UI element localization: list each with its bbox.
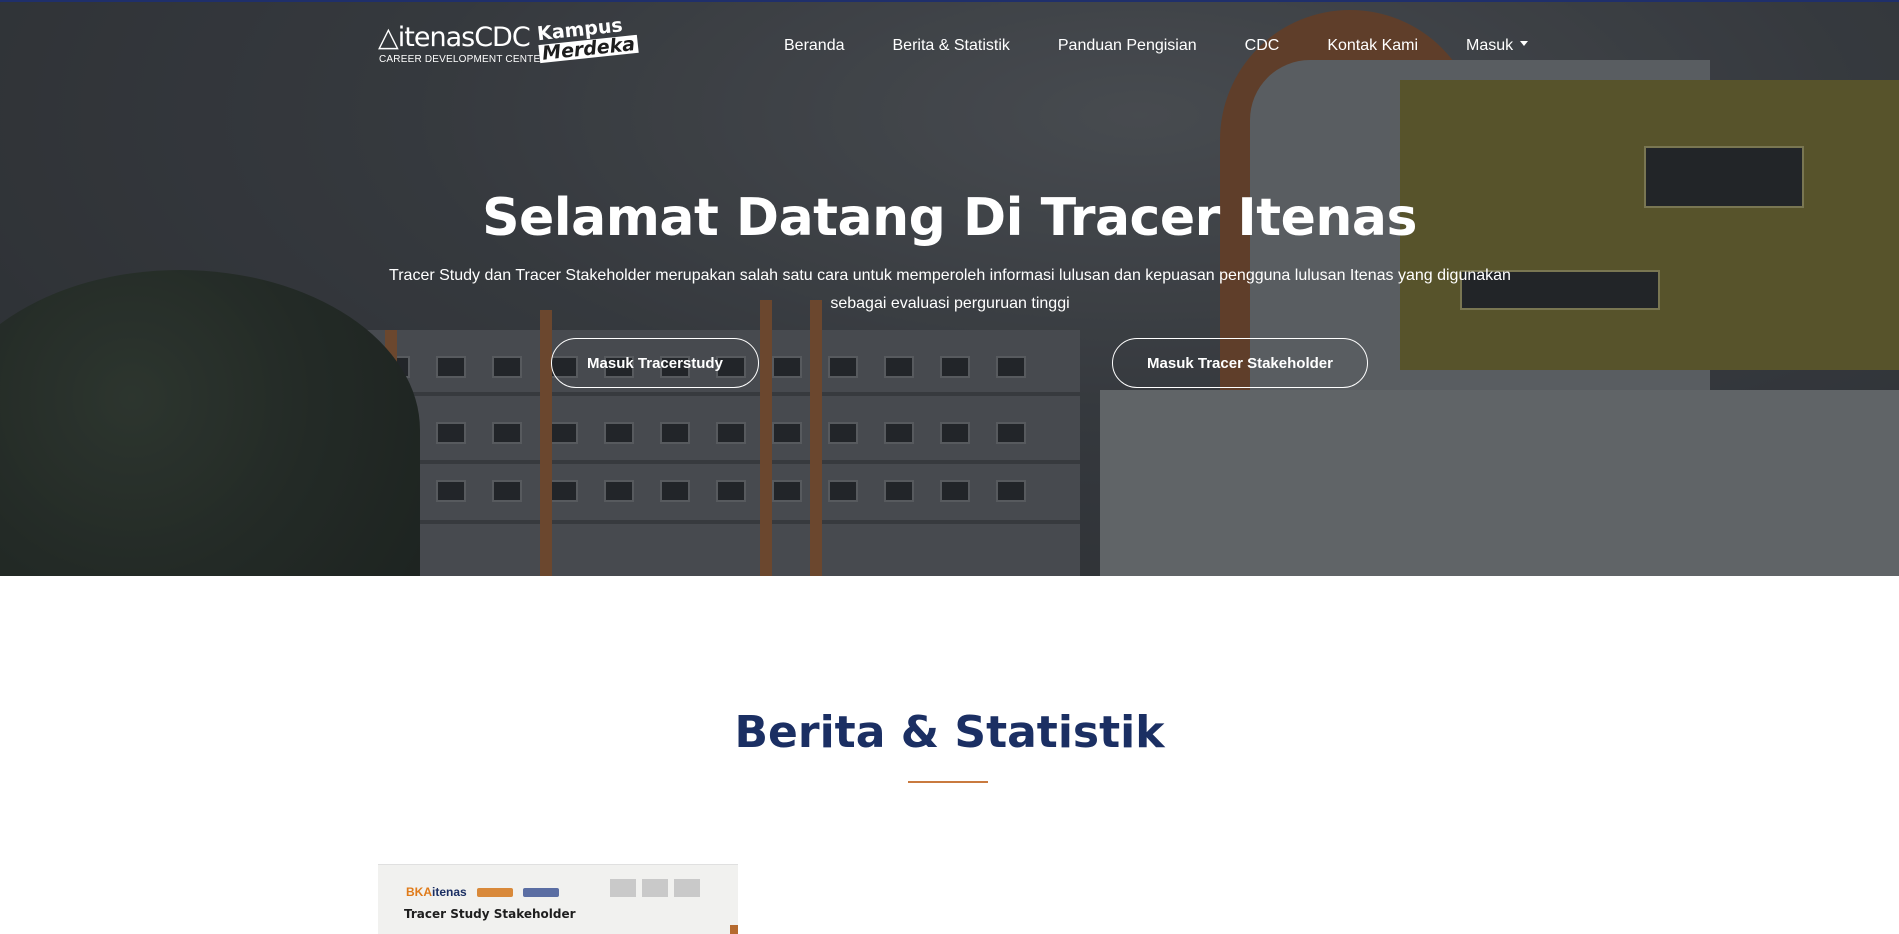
nav-item-berita-statistik[interactable]: Berita & Statistik	[893, 37, 1010, 55]
site-logo[interactable]: △itenasCDC CAREER DEVELOPMENT CENTER Kam…	[378, 14, 639, 72]
bka-itenas-logo: BKAitenas	[406, 885, 467, 899]
nav-item-kontak-kami[interactable]: Kontak Kami	[1327, 37, 1418, 55]
masuk-tracerstudy-button[interactable]: Masuk Tracerstudy	[551, 338, 759, 388]
hero-title: Selamat Datang Di Tracer Itenas	[482, 188, 1417, 248]
partner-logo-icon	[642, 879, 668, 897]
partner-logo-icon	[610, 879, 636, 897]
kampus-merdeka-badge: Kampus Merdeka	[536, 14, 639, 65]
card-title: Tracer Study Stakeholder	[404, 907, 576, 921]
section-title-underline	[908, 781, 988, 783]
nav-item-cdc[interactable]: CDC	[1245, 37, 1280, 55]
itenas-logo-icon	[674, 879, 700, 897]
partner-logo-icon	[476, 887, 513, 897]
section-title-berita-statistik: Berita & Statistik	[734, 707, 1165, 758]
hero-section: △itenasCDC CAREER DEVELOPMENT CENTER Kam…	[0, 0, 1899, 576]
nav-item-panduan-pengisian[interactable]: Panduan Pengisian	[1058, 37, 1197, 55]
card-decoration	[730, 925, 738, 934]
nav-menu: Beranda Berita & Statistik Panduan Pengi…	[784, 37, 1529, 55]
logo-text: △itenasCDC	[378, 22, 531, 53]
logo-subtitle: CAREER DEVELOPMENT CENTER	[379, 54, 548, 65]
navbar: △itenasCDC CAREER DEVELOPMENT CENTER Kam…	[0, 0, 1899, 92]
itenas-logo-icon: △	[378, 22, 399, 53]
hero-description: Tracer Study dan Tracer Stakeholder meru…	[389, 267, 1511, 312]
partner-logo-icon	[522, 887, 559, 897]
nav-item-masuk-dropdown[interactable]: Masuk	[1466, 37, 1529, 55]
card-logo-row: BKAitenas	[406, 885, 559, 899]
caret-down-icon	[1520, 41, 1529, 47]
card-logo-row-right	[610, 879, 700, 897]
masuk-tracer-stakeholder-button[interactable]: Masuk Tracer Stakeholder	[1112, 338, 1368, 388]
news-card[interactable]: BKAitenas Tracer Study Stakeholder	[378, 864, 738, 934]
nav-item-masuk-label: Masuk	[1466, 37, 1514, 54]
nav-item-beranda[interactable]: Beranda	[784, 37, 845, 55]
